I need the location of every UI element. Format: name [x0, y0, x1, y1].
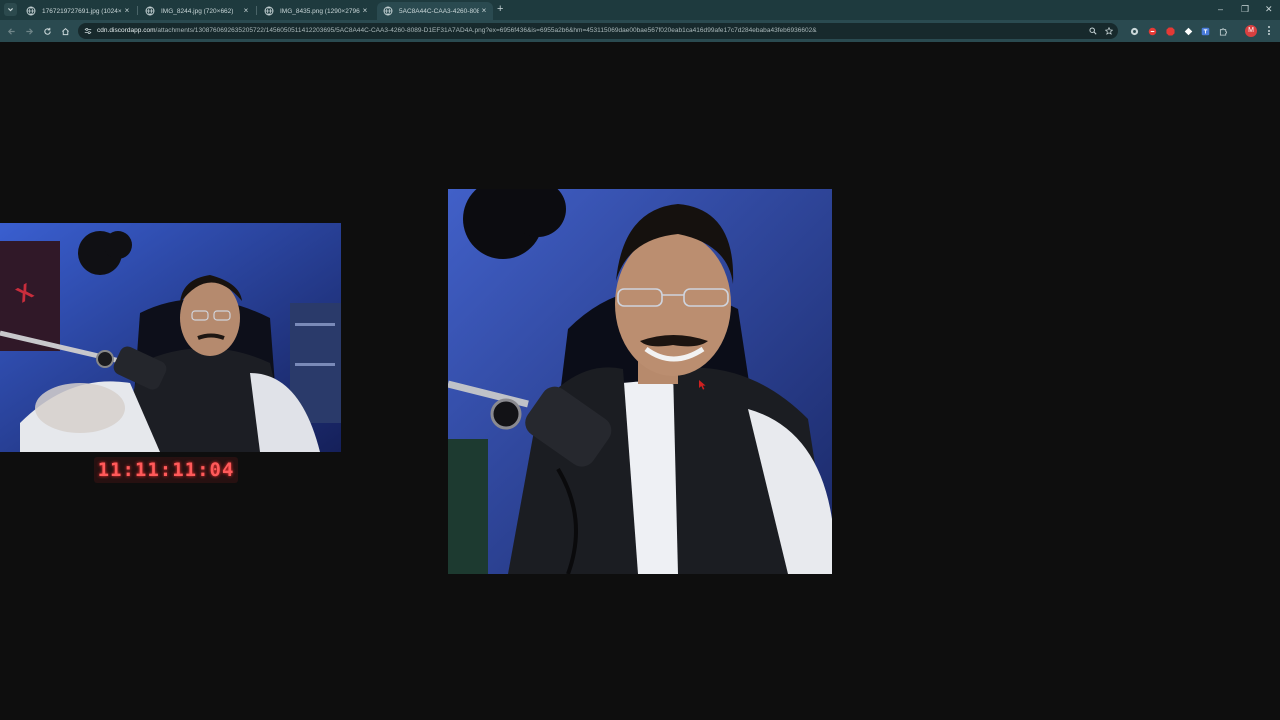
tab-title: IMG_8435.png (1290×2796) — [280, 7, 360, 15]
tab-strip: 1767219727691.jpg (1024×1024) × IMG_8244… — [0, 0, 1280, 20]
home-button[interactable] — [59, 25, 71, 37]
dot — [1268, 26, 1270, 29]
minimize-button[interactable]: – — [1218, 3, 1223, 15]
magnifier-icon — [1089, 27, 1097, 35]
tune-icon — [84, 28, 92, 34]
new-tab-button[interactable]: + — [497, 3, 503, 15]
forward-button[interactable] — [23, 25, 35, 37]
translate-icon — [1201, 27, 1209, 35]
abp-icon — [1165, 26, 1175, 36]
tab-close-icon[interactable]: × — [479, 6, 489, 16]
chevron-down-icon — [8, 8, 13, 12]
url-host: cdn.discordapp.com — [97, 27, 156, 34]
back-button[interactable] — [5, 25, 17, 37]
stream-screenshot-image: X — [0, 223, 341, 452]
url-text: cdn.discordapp.com/attachments/130876069… — [97, 27, 817, 34]
tab-divider — [137, 6, 138, 15]
tab-close-icon[interactable]: × — [122, 6, 132, 16]
window-close-button[interactable]: ✕ — [1265, 3, 1273, 15]
reload-icon — [43, 27, 51, 35]
site-info-button[interactable] — [83, 26, 93, 36]
tab-2[interactable]: IMG_8244.jpg (720×662) × — [139, 2, 255, 20]
star-icon — [1105, 27, 1113, 35]
red-shield-icon — [1148, 27, 1156, 35]
arrow-right-icon — [25, 27, 33, 35]
restore-button[interactable]: ❐ — [1241, 3, 1249, 15]
tab-1[interactable]: 1767219727691.jpg (1024×1024) × — [20, 2, 136, 20]
tab-close-icon[interactable]: × — [360, 6, 370, 16]
zoom-button[interactable] — [1088, 26, 1098, 36]
profile-avatar[interactable]: M — [1245, 25, 1257, 37]
image-viewer: X 11:11:11:04 — [0, 42, 1280, 720]
bookmark-button[interactable] — [1104, 26, 1114, 36]
tab-title: IMG_8244.jpg (720×662) — [161, 7, 234, 15]
extensions-menu-button[interactable] — [1218, 26, 1228, 36]
tab-title: 1767219727691.jpg (1024×1024) — [42, 7, 122, 15]
globe-icon — [145, 6, 155, 16]
portrait-illustration — [448, 189, 832, 574]
browser-toolbar: cdn.discordapp.com/attachments/130876069… — [0, 20, 1280, 42]
extension-2[interactable] — [1147, 26, 1157, 36]
address-bar[interactable]: cdn.discordapp.com/attachments/130876069… — [78, 23, 1118, 39]
circle-extension-icon — [1130, 27, 1138, 35]
browser-menu-button[interactable] — [1266, 25, 1272, 37]
puzzle-icon — [1219, 27, 1227, 36]
diamond-icon — [1184, 27, 1192, 35]
globe-icon — [264, 6, 274, 16]
stream-timer: 11:11:11:04 — [94, 457, 238, 483]
arrow-left-icon — [7, 27, 15, 35]
tab-title: 5AC8A44C-CAA3-4260-8089-D1EF31A7AD4A.png… — [399, 7, 479, 15]
reload-button[interactable] — [41, 25, 53, 37]
tab-search-button[interactable] — [4, 3, 17, 16]
extension-3[interactable] — [1165, 26, 1175, 36]
displayed-image — [448, 189, 832, 574]
globe-icon — [26, 6, 36, 16]
home-icon — [61, 27, 69, 35]
extension-5[interactable] — [1200, 26, 1210, 36]
tab-divider — [256, 6, 257, 15]
globe-icon — [383, 6, 393, 16]
tab-close-icon[interactable]: × — [241, 6, 251, 16]
dot — [1268, 29, 1270, 32]
dot — [1268, 33, 1270, 36]
stream-scene-illustration: X — [0, 223, 341, 452]
extension-4[interactable] — [1183, 26, 1193, 36]
extension-1[interactable] — [1129, 26, 1139, 36]
url-path: /attachments/1308760692635205722/1456050… — [155, 27, 817, 34]
tab-3[interactable]: IMG_8435.png (1290×2796) × — [258, 2, 374, 20]
mouse-cursor-icon — [699, 380, 706, 390]
tab-4-active[interactable]: 5AC8A44C-CAA3-4260-8089-D1EF31A7AD4A.png… — [377, 2, 493, 20]
